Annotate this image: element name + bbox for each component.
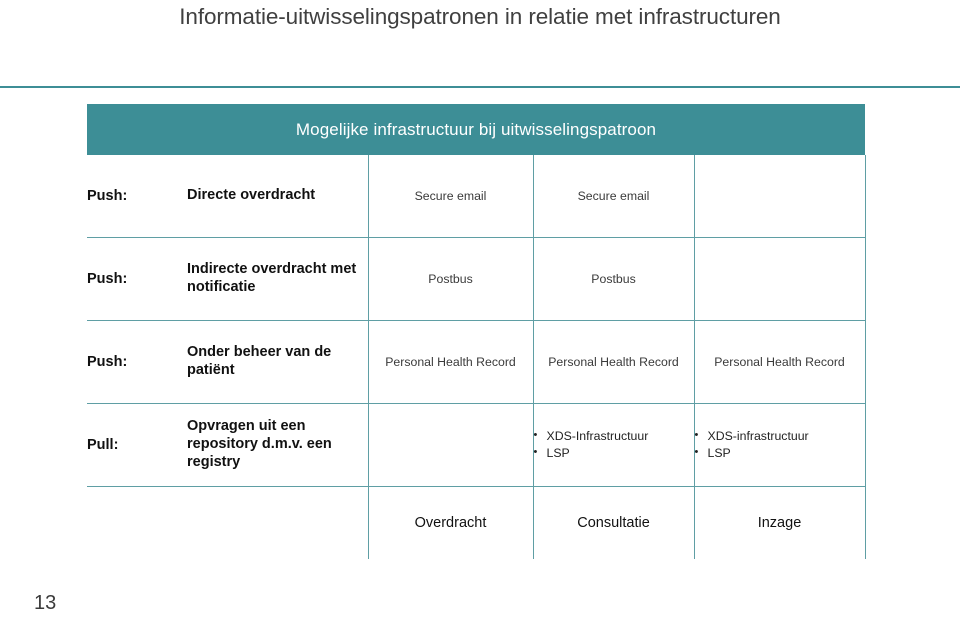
cell-inzage: Personal Health Record bbox=[693, 320, 866, 404]
list-item: XDS-Infrastructuur bbox=[534, 428, 694, 444]
title-divider bbox=[0, 86, 960, 88]
table-row: Pull: Opvragen uit een repository d.m.v.… bbox=[87, 403, 866, 487]
matrix-header-label: Mogelijke infrastructuur bij uitwisselin… bbox=[295, 119, 657, 139]
list-item: XDS-infrastructuur bbox=[695, 428, 865, 444]
table-row: Push: Onder beheer van de patiënt Person… bbox=[87, 320, 866, 404]
cell-overdracht: Personal Health Record bbox=[367, 320, 533, 404]
cell-overdracht bbox=[367, 403, 533, 487]
row-kind-label: Pull: bbox=[87, 403, 187, 487]
infrastructure-matrix: Mogelijke infrastructuur bij uitwisselin… bbox=[87, 104, 866, 559]
table-row: Push: Indirecte overdracht met notificat… bbox=[87, 237, 866, 321]
table-row: Push: Directe overdracht Secure email Se… bbox=[87, 155, 866, 238]
cell-overdracht: Secure email bbox=[367, 155, 533, 238]
list-item: LSP bbox=[695, 445, 865, 461]
cell-overdracht: Postbus bbox=[367, 237, 533, 321]
row-kind-label: Push: bbox=[87, 320, 187, 404]
row-kind-label: Push: bbox=[87, 237, 187, 321]
matrix-header-banner: Mogelijke infrastructuur bij uitwisselin… bbox=[87, 104, 865, 155]
footer-kind-spacer bbox=[87, 486, 187, 559]
row-description: Opvragen uit een repository d.m.v. een r… bbox=[187, 403, 368, 487]
bullet-list: XDS-infrastructuur LSP bbox=[695, 428, 865, 462]
matrix-table: Push: Directe overdracht Secure email Se… bbox=[87, 155, 866, 559]
cell-consultatie: XDS-Infrastructuur LSP bbox=[532, 403, 694, 487]
page-title: Informatie-uitwisselingspatronen in rela… bbox=[179, 4, 781, 29]
row-description: Directe overdracht bbox=[187, 155, 368, 238]
cell-inzage bbox=[693, 155, 866, 238]
column-label-consultatie: Consultatie bbox=[532, 486, 694, 559]
row-kind-label: Push: bbox=[87, 155, 187, 238]
footer-description-spacer bbox=[187, 486, 368, 559]
cell-consultatie: Postbus bbox=[532, 237, 694, 321]
cell-consultatie: Personal Health Record bbox=[532, 320, 694, 404]
row-description: Indirecte overdracht met notificatie bbox=[187, 237, 368, 321]
cell-inzage: XDS-infrastructuur LSP bbox=[693, 403, 866, 487]
table-footer-row: Overdracht Consultatie Inzage bbox=[87, 486, 866, 559]
cell-consultatie: Secure email bbox=[532, 155, 694, 238]
row-description: Onder beheer van de patiënt bbox=[187, 320, 368, 404]
page-number: 13 bbox=[34, 592, 57, 614]
column-label-inzage: Inzage bbox=[693, 486, 866, 559]
cell-inzage bbox=[693, 237, 866, 321]
bullet-list: XDS-Infrastructuur LSP bbox=[534, 428, 694, 462]
list-item: LSP bbox=[534, 445, 694, 461]
column-label-overdracht: Overdracht bbox=[367, 486, 533, 559]
